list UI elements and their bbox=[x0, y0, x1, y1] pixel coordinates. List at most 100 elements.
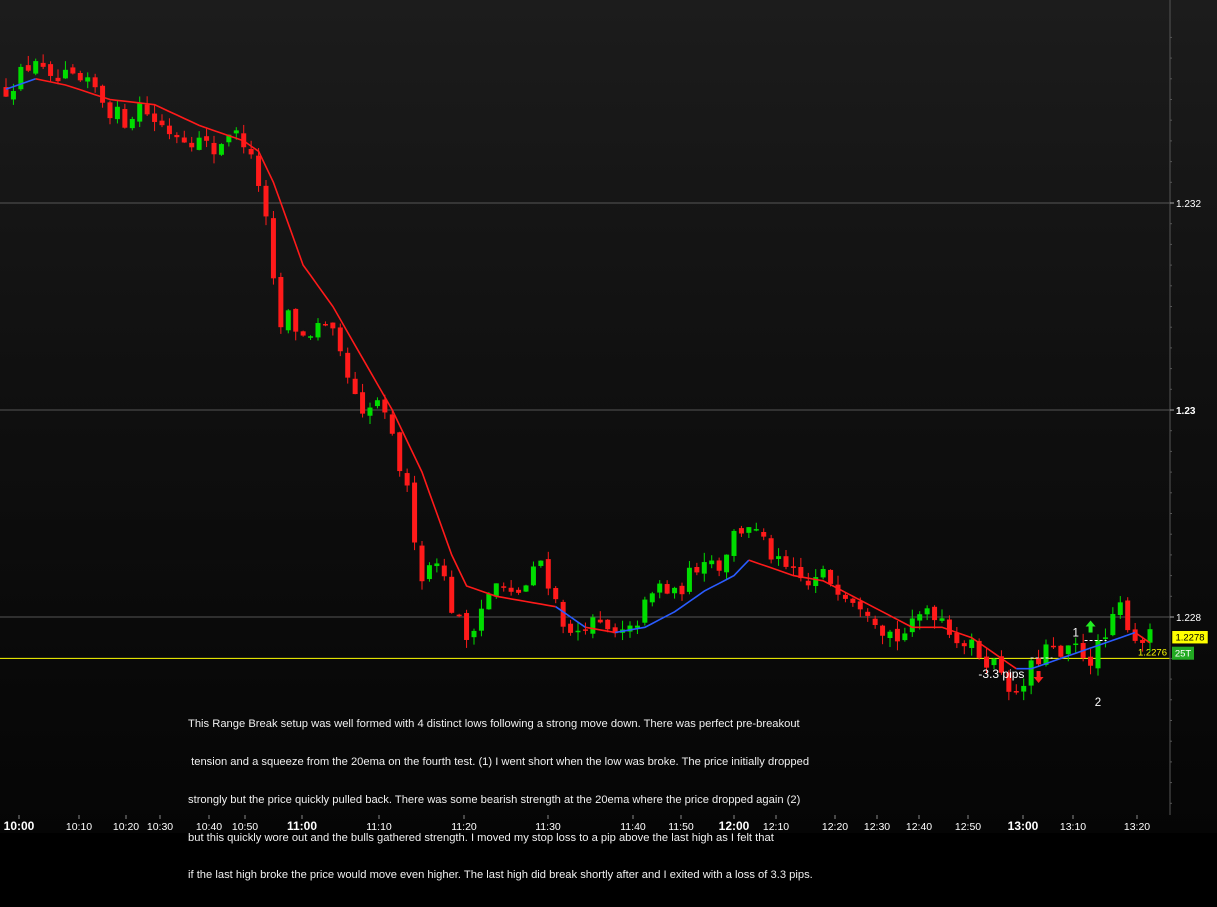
candle-body bbox=[865, 611, 871, 616]
candle-body bbox=[880, 625, 886, 636]
candle-body bbox=[783, 556, 789, 567]
candle bbox=[672, 586, 678, 599]
candle-body bbox=[40, 62, 46, 67]
candle-body bbox=[917, 614, 923, 621]
candle-body bbox=[449, 576, 455, 613]
candle-body bbox=[471, 630, 477, 638]
ema-segment bbox=[35, 78, 556, 608]
candle-body bbox=[412, 482, 418, 543]
candle bbox=[865, 608, 871, 622]
candle-body bbox=[649, 593, 655, 603]
candle bbox=[278, 272, 284, 334]
candle-body bbox=[991, 658, 997, 666]
candle-body bbox=[77, 72, 83, 81]
candle bbox=[434, 558, 440, 573]
candle bbox=[285, 309, 291, 334]
candle bbox=[545, 551, 551, 596]
annotation-label: -3.3 pips bbox=[978, 667, 1024, 681]
candle bbox=[300, 330, 306, 337]
candle-body bbox=[1117, 602, 1123, 615]
candle-body bbox=[538, 560, 544, 566]
candle bbox=[40, 54, 46, 70]
candle-body bbox=[768, 538, 774, 560]
candle bbox=[694, 562, 700, 576]
candle bbox=[679, 582, 685, 601]
candle bbox=[909, 609, 915, 637]
candle-body bbox=[441, 565, 447, 577]
candle-body bbox=[211, 142, 217, 155]
commentary-line: strongly but the price quickly pulled ba… bbox=[188, 793, 801, 806]
candle bbox=[137, 96, 143, 128]
candle bbox=[352, 371, 358, 395]
candle bbox=[813, 569, 819, 594]
time-tick-label: 10:30 bbox=[147, 821, 173, 833]
candle-body bbox=[545, 559, 551, 589]
candle-body bbox=[256, 155, 262, 186]
candle-body bbox=[263, 185, 269, 217]
commentary-line: tension and a squeeze from the 20ema on … bbox=[188, 755, 810, 768]
candle-body bbox=[300, 331, 306, 336]
candle bbox=[122, 103, 128, 129]
candle-body bbox=[731, 530, 737, 556]
ema-segment bbox=[585, 626, 616, 634]
candle bbox=[872, 615, 878, 629]
candle-body bbox=[568, 623, 574, 633]
candle-body bbox=[1043, 644, 1049, 665]
candle-body bbox=[181, 137, 187, 143]
candle bbox=[397, 431, 403, 477]
candle bbox=[560, 599, 566, 634]
candle bbox=[18, 63, 24, 92]
candle-body bbox=[374, 400, 380, 407]
candle bbox=[441, 558, 447, 581]
candle-body bbox=[1036, 658, 1042, 665]
candle-body bbox=[961, 643, 967, 647]
candle-body bbox=[724, 554, 730, 573]
candle-body bbox=[55, 77, 61, 82]
candle-body bbox=[894, 628, 900, 642]
candle bbox=[753, 522, 759, 532]
candle bbox=[1080, 633, 1086, 662]
candle bbox=[790, 557, 796, 576]
candle bbox=[1102, 628, 1108, 648]
candle-body bbox=[553, 588, 559, 600]
candle-body bbox=[924, 608, 930, 615]
candle-body bbox=[404, 473, 410, 486]
candle-body bbox=[308, 336, 314, 338]
candle-body bbox=[954, 632, 960, 644]
candle-body bbox=[233, 130, 239, 134]
candle-body bbox=[330, 322, 336, 329]
candle-body bbox=[270, 218, 276, 279]
candle-body bbox=[293, 308, 299, 332]
candle-body bbox=[939, 618, 945, 621]
candle-body bbox=[137, 103, 143, 122]
grid-lines bbox=[0, 202, 1170, 618]
candle-body bbox=[367, 407, 373, 416]
price-tick-label: 1.23 bbox=[1176, 406, 1196, 417]
candle bbox=[330, 322, 336, 336]
candle-body bbox=[426, 565, 432, 580]
candle bbox=[114, 100, 120, 124]
candle bbox=[107, 100, 113, 125]
candle-body bbox=[345, 352, 351, 378]
candle-body bbox=[85, 77, 91, 82]
candle-body bbox=[516, 589, 522, 593]
candle-body bbox=[10, 91, 16, 100]
candle bbox=[961, 640, 967, 655]
candle-body bbox=[590, 617, 596, 634]
candle-body bbox=[1058, 645, 1064, 657]
candle bbox=[642, 596, 648, 626]
candle bbox=[568, 619, 574, 636]
candle-body bbox=[828, 569, 834, 584]
candle-body bbox=[1013, 691, 1019, 693]
candle bbox=[501, 582, 507, 592]
candle-body bbox=[701, 562, 707, 574]
candle bbox=[538, 560, 544, 568]
candle bbox=[464, 609, 470, 648]
candle-body bbox=[1065, 645, 1071, 655]
candlesticks bbox=[3, 54, 1153, 701]
candle-body bbox=[285, 310, 291, 331]
time-tick-label: 10:00 bbox=[4, 819, 35, 833]
price-tick-label: 1.228 bbox=[1176, 613, 1201, 624]
candle bbox=[553, 586, 559, 604]
candle-body bbox=[716, 560, 722, 571]
